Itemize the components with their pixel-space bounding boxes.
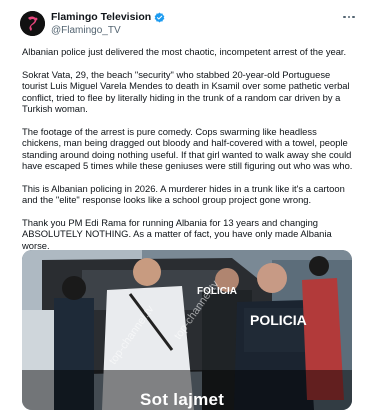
- verified-badge-icon: [154, 12, 165, 22]
- account-avatar[interactable]: [20, 11, 45, 36]
- tweet-paragraph: This is Albanian policing in 2026. A mur…: [22, 182, 345, 206]
- tweet-paragraph: The footage of the arrest is pure comedy…: [22, 125, 353, 172]
- tweet-paragraph: Albanian police just delivered the most …: [22, 46, 347, 57]
- account-handle[interactable]: @Flamingo_TV: [51, 25, 121, 37]
- account-name-row[interactable]: Flamingo Television: [51, 11, 165, 23]
- tweet-media-video[interactable]: FOLICIA POLICIA top-channel.tv top-chann…: [22, 250, 352, 410]
- more-options-icon[interactable]: [343, 12, 359, 22]
- video-caption: Sot lajmet: [140, 390, 225, 409]
- tweet-card: Flamingo Television @Flamingo_TV Albania…: [0, 0, 371, 410]
- flamingo-logo-icon: [20, 11, 45, 36]
- vest-label-right: POLICIA: [250, 312, 307, 328]
- tweet-text: Albanian police just delivered the most …: [22, 46, 354, 263]
- tweet-paragraph: Sokrat Vata, 29, the beach "security" wh…: [22, 68, 350, 115]
- account-name[interactable]: Flamingo Television: [51, 11, 151, 23]
- tweet-paragraph: Thank you PM Edi Rama for running Albani…: [22, 217, 332, 251]
